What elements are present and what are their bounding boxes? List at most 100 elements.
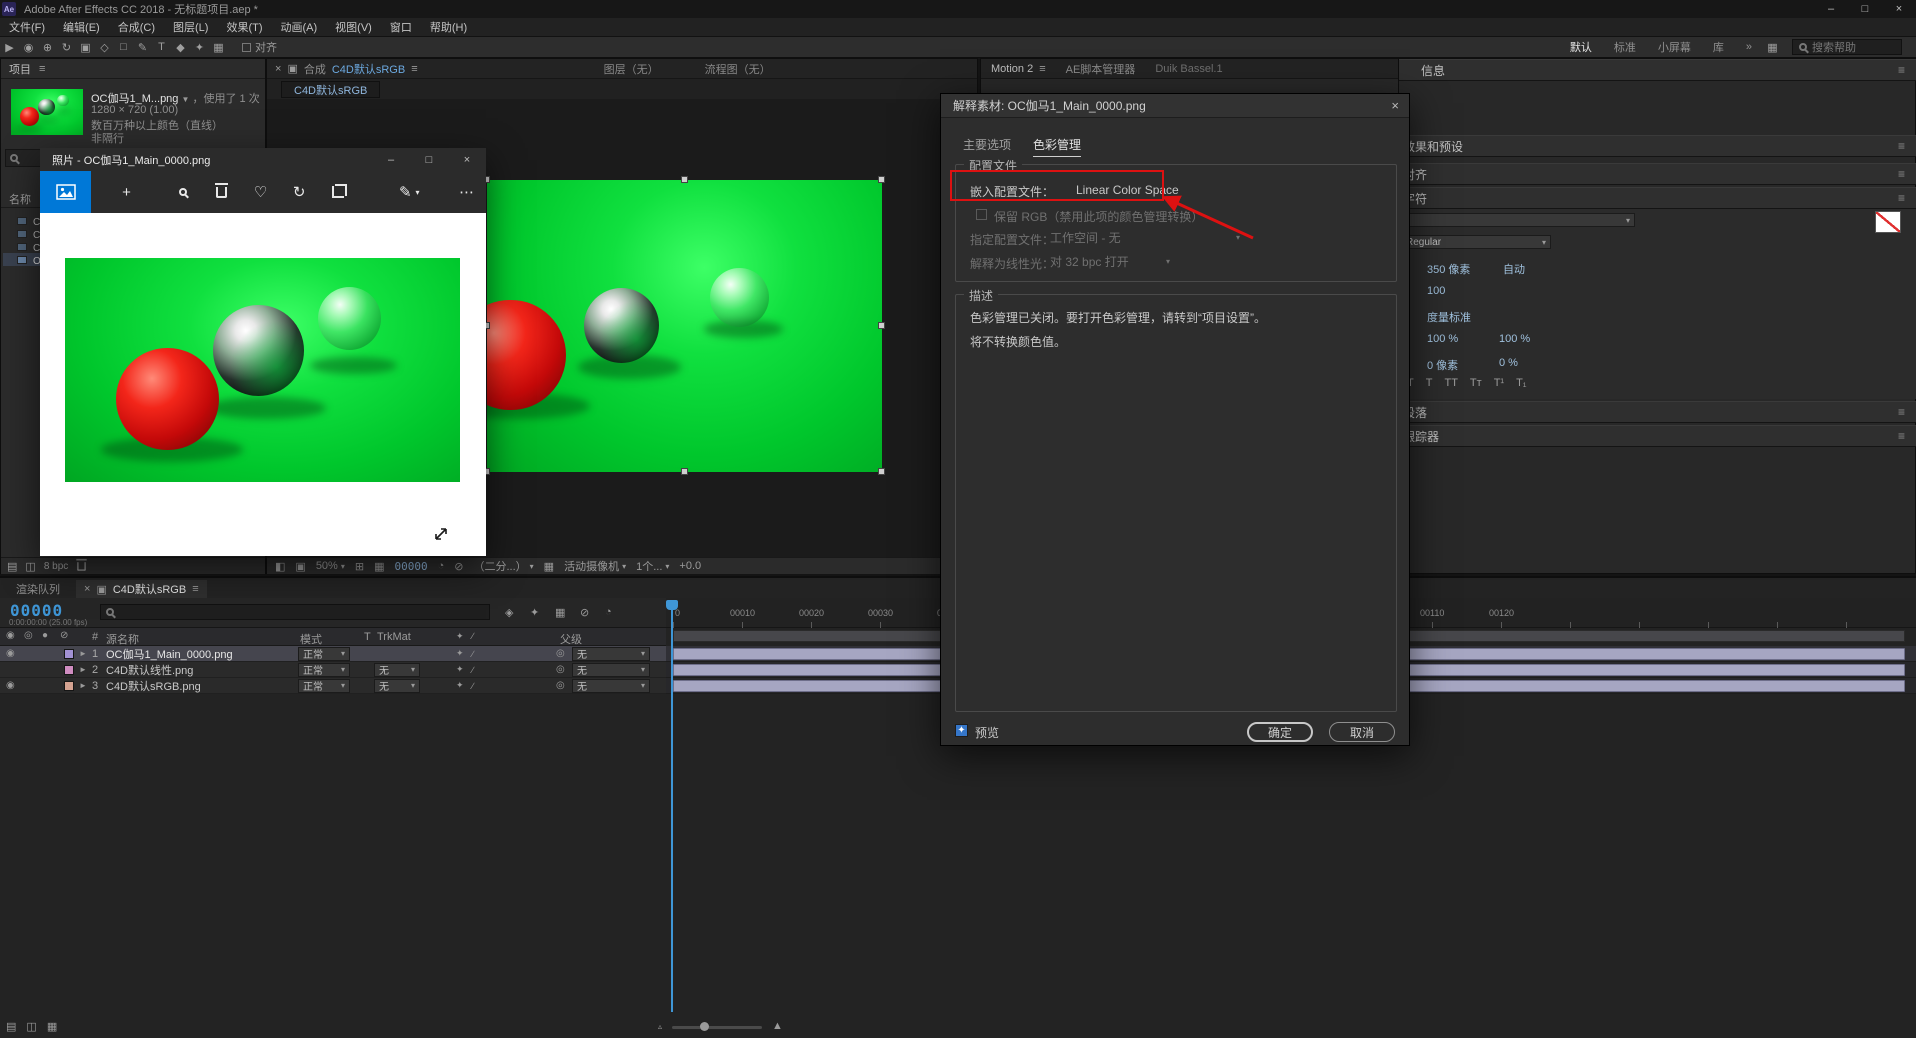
- layer-name[interactable]: C4D默认sRGB.png: [106, 678, 201, 694]
- preview-checkbox[interactable]: ✦: [955, 724, 968, 737]
- pen-tool-icon[interactable]: ✎: [133, 38, 152, 56]
- puppet-tool-icon[interactable]: ✦: [190, 38, 209, 56]
- small-caps-button[interactable]: Tт: [1470, 377, 1482, 389]
- photos-maximize-button[interactable]: □: [410, 148, 448, 171]
- panel-menu-icon[interactable]: ≡: [1898, 63, 1905, 77]
- pick-whip-icon[interactable]: ◎: [556, 680, 565, 691]
- zoom-in-mountain-icon[interactable]: ▲: [772, 1020, 783, 1032]
- workspace-grid-icon[interactable]: ▦: [1763, 38, 1782, 56]
- fullscreen-expand-icon[interactable]: [432, 525, 450, 543]
- camera-tool-icon[interactable]: ▣: [76, 38, 95, 56]
- panel-menu-icon[interactable]: ≡: [1039, 63, 1045, 75]
- project-panel-tab[interactable]: 项目: [1, 61, 31, 77]
- superscript-button[interactable]: T¹: [1494, 377, 1504, 389]
- effects-presets-panel-header[interactable]: 效果和预设 ≡: [1399, 135, 1916, 157]
- column-parent[interactable]: 父级: [560, 631, 582, 647]
- snap-checkbox[interactable]: [242, 43, 251, 52]
- paragraph-panel-header[interactable]: 段落 ≡: [1399, 401, 1916, 423]
- add-button[interactable]: +: [107, 171, 146, 213]
- text-tool-icon[interactable]: T: [152, 38, 171, 56]
- menu-file[interactable]: 文件(F): [0, 19, 54, 35]
- channel-icon[interactable]: ⊘: [454, 560, 463, 573]
- layer-name[interactable]: C4D默认线性.png: [106, 662, 193, 678]
- composition-tab-name[interactable]: C4D默认sRGB: [332, 61, 405, 77]
- trkmat-dropdown[interactable]: 无 ▾: [374, 663, 420, 677]
- expand-inout-icon[interactable]: ▦: [47, 1020, 57, 1033]
- timeline-search-field[interactable]: [100, 604, 490, 620]
- mode-dropdown[interactable]: 正常 ▾: [298, 663, 350, 677]
- twirl-icon[interactable]: ►: [79, 649, 87, 658]
- zoom-out-mountain-icon[interactable]: ▵: [658, 1022, 662, 1031]
- panel-menu-icon[interactable]: ≡: [39, 63, 45, 75]
- menu-view[interactable]: 视图(V): [326, 19, 381, 35]
- layer-row-1[interactable]: ◉ ► 1 OC伽马1_Main_0000.png 正常 ▾ ✦ ∕ ◎ 无 ▾: [0, 646, 666, 662]
- eye-icon[interactable]: ◉: [6, 680, 15, 691]
- project-column-name[interactable]: 名称: [9, 191, 31, 207]
- menu-window[interactable]: 窗口: [381, 19, 421, 35]
- cancel-button[interactable]: 取消: [1329, 722, 1395, 742]
- menu-help[interactable]: 帮助(H): [421, 19, 476, 35]
- align-panel-header[interactable]: 对齐 ≡: [1399, 163, 1916, 185]
- selection-handle[interactable]: [878, 468, 885, 475]
- leading-value[interactable]: 自动: [1503, 261, 1525, 277]
- dialog-close-button[interactable]: ×: [1391, 98, 1399, 113]
- render-queue-tab[interactable]: 渲染队列: [6, 580, 70, 598]
- baseline-shift-value[interactable]: 0 像素: [1427, 357, 1458, 373]
- menu-edit[interactable]: 编辑(E): [54, 19, 109, 35]
- panel-menu-icon[interactable]: ≡: [192, 583, 198, 595]
- composition-image[interactable]: [487, 180, 882, 472]
- pan-behind-tool-icon[interactable]: ◇: [95, 38, 114, 56]
- tab-duik-bassel[interactable]: Duik Bassel.1: [1155, 63, 1222, 75]
- project-list-view-icon[interactable]: ▤: [7, 560, 17, 573]
- show-snapshot-icon[interactable]: ▣: [295, 560, 305, 573]
- twirl-icon[interactable]: ►: [79, 665, 87, 674]
- preserve-rgb-checkbox[interactable]: [976, 209, 987, 220]
- quality-icon[interactable]: ✦: [456, 680, 464, 691]
- quality-icon[interactable]: ✦: [456, 664, 464, 675]
- menu-effect[interactable]: 效果(T): [217, 19, 271, 35]
- selection-handle[interactable]: [681, 468, 688, 475]
- faux-italic-button[interactable]: T: [1426, 377, 1433, 389]
- close-icon[interactable]: ×: [84, 583, 90, 595]
- frame-blend-icon[interactable]: ▦: [555, 606, 565, 619]
- panel-menu-icon[interactable]: ≡: [1898, 405, 1905, 419]
- favorite-button[interactable]: ♡: [241, 171, 280, 213]
- maximize-button[interactable]: □: [1848, 0, 1882, 18]
- draw-button[interactable]: ✎ ▾: [383, 171, 435, 213]
- layer-name[interactable]: OC伽马1_Main_0000.png: [106, 646, 233, 662]
- resolution-dropdown[interactable]: （二分...） ▾: [473, 558, 533, 574]
- exposure-icon[interactable]: ◔: [438, 560, 445, 572]
- layer-row-2[interactable]: ► 2 C4D默认线性.png 正常 ▾ 无 ▾ ✦ ∕ ◎ 无 ▾: [0, 662, 666, 678]
- brush-tool-icon[interactable]: ◆: [171, 38, 190, 56]
- grid-options-icon[interactable]: ⊞: [355, 560, 364, 573]
- selection-handle[interactable]: [878, 176, 885, 183]
- workspace-overflow-button[interactable]: »: [1735, 41, 1763, 53]
- tab-main-options[interactable]: 主要选项: [963, 136, 1011, 153]
- minimize-button[interactable]: –: [1814, 0, 1848, 18]
- zoom-button[interactable]: [164, 171, 203, 213]
- dialog-title-bar[interactable]: 解释素材: OC伽马1_Main_0000.png ×: [941, 94, 1409, 118]
- selection-handle[interactable]: [681, 176, 688, 183]
- character-panel-header[interactable]: 字符 ≡: [1399, 187, 1916, 209]
- trash-icon[interactable]: [77, 562, 86, 571]
- info-panel-header[interactable]: 信息 ≡: [1399, 59, 1916, 81]
- label-chip[interactable]: [64, 681, 74, 691]
- pick-whip-icon[interactable]: ◎: [556, 664, 565, 675]
- font-style-dropdown[interactable]: Regular ▾: [1401, 235, 1551, 249]
- trkmat-dropdown[interactable]: 无 ▾: [374, 679, 420, 693]
- parent-dropdown[interactable]: 无 ▾: [572, 663, 650, 677]
- photos-minimize-button[interactable]: –: [372, 148, 410, 171]
- menu-layer[interactable]: 图层(L): [164, 19, 217, 35]
- camera-dropdown[interactable]: 活动摄像机 ▾: [564, 558, 626, 574]
- zoom-tool-icon[interactable]: ⊕: [38, 38, 57, 56]
- tracking-value[interactable]: 100: [1427, 285, 1445, 297]
- crop-button[interactable]: [319, 171, 358, 213]
- project-thumbnail[interactable]: [11, 89, 83, 135]
- current-frame[interactable]: 00000: [394, 560, 427, 573]
- column-mode[interactable]: 模式: [300, 631, 322, 647]
- label-chip[interactable]: [64, 649, 74, 659]
- column-t[interactable]: T: [364, 631, 371, 643]
- flowchart-viewer-tab[interactable]: 流程图（无）: [705, 61, 771, 77]
- view-layout-dropdown[interactable]: 1个... ▾: [636, 558, 669, 574]
- parent-dropdown[interactable]: 无 ▾: [572, 679, 650, 693]
